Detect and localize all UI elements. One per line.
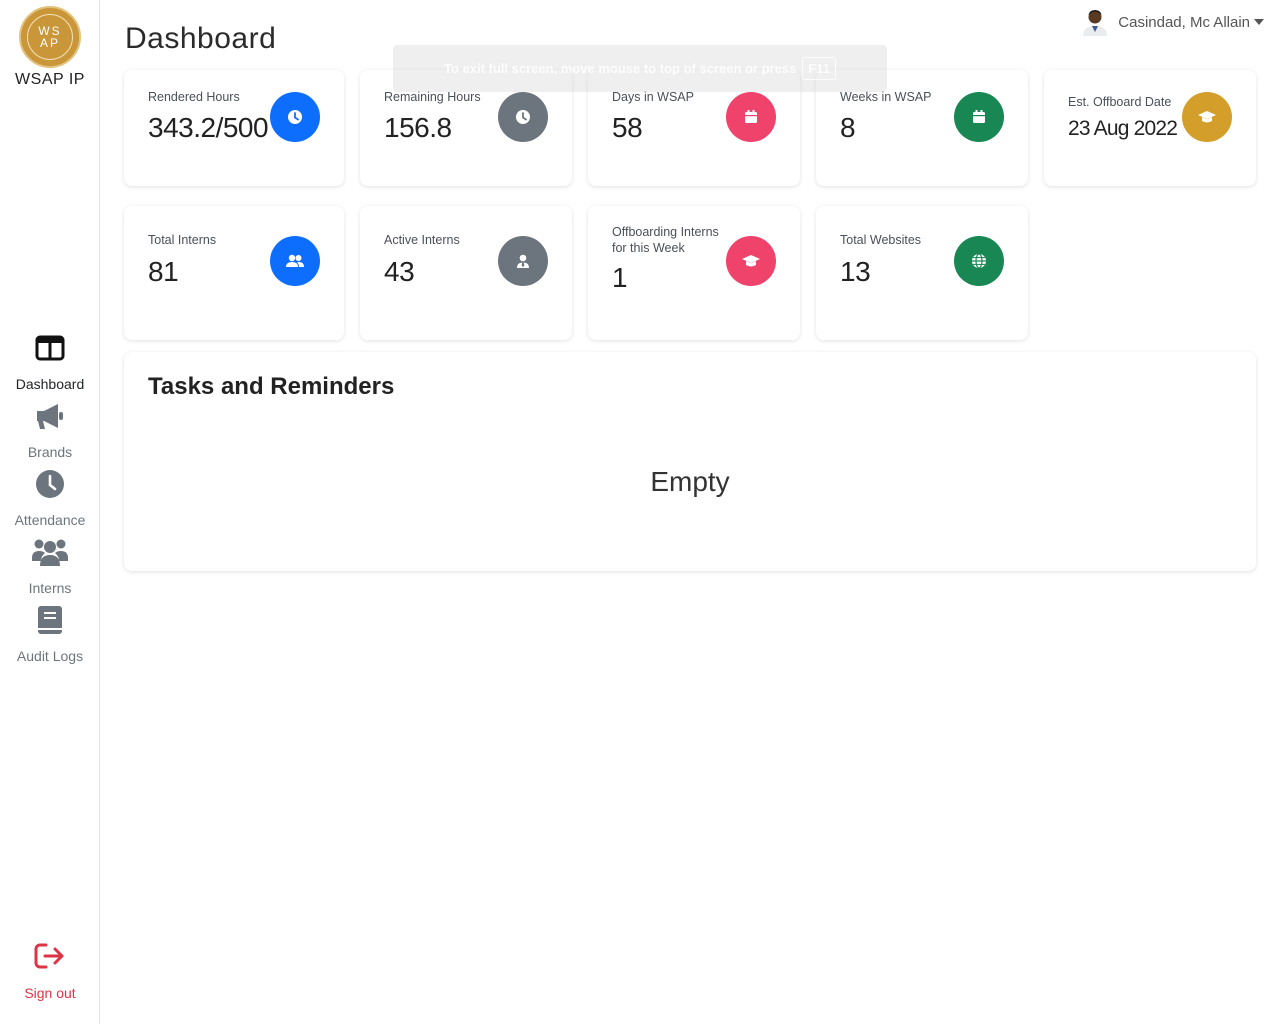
stat-card-active-interns: Active Interns 43 bbox=[360, 206, 572, 340]
stat-label: Total Websites bbox=[840, 233, 922, 247]
users-icon bbox=[270, 236, 320, 286]
stat-label: Offboarding Interns for this Week bbox=[612, 225, 719, 255]
sidebar: WS AP WSAP IP Dashboard Brands Attendanc… bbox=[0, 0, 100, 1024]
tasks-empty-state: Empty bbox=[650, 466, 730, 497]
calendar-icon bbox=[954, 92, 1004, 142]
user-tie-icon bbox=[498, 236, 548, 286]
stat-label: Est. Offboard Date bbox=[1068, 95, 1172, 109]
sidebar-item-interns[interactable]: Interns bbox=[0, 534, 100, 602]
megaphone-icon bbox=[34, 398, 66, 434]
sidebar-item-label: Dashboard bbox=[15, 376, 85, 392]
globe-icon bbox=[954, 236, 1004, 286]
stat-card-est-offboard-date: Est. Offboard Date 23 Aug 2022 bbox=[1044, 70, 1256, 186]
chevron-down-icon bbox=[1254, 19, 1264, 25]
users-icon bbox=[31, 534, 69, 570]
stat-card-rendered-hours: Rendered Hours 343.2/500 bbox=[124, 70, 344, 186]
sidebar-item-label: Brands bbox=[27, 444, 73, 460]
stat-value: 23 Aug 2022 bbox=[1068, 117, 1178, 140]
stat-card-total-interns: Total Interns 81 bbox=[124, 206, 344, 340]
sidebar-item-label: Interns bbox=[28, 580, 72, 596]
stat-value: 13 bbox=[840, 256, 871, 287]
sidebar-item-label: Attendance bbox=[14, 512, 86, 528]
stat-value: 58 bbox=[612, 112, 643, 143]
clock-icon bbox=[270, 92, 320, 142]
sidebar-nav: Dashboard Brands Attendance Interns Audi… bbox=[0, 330, 100, 670]
sidebar-item-audit-logs[interactable]: Audit Logs bbox=[0, 602, 100, 670]
sidebar-item-dashboard[interactable]: Dashboard bbox=[0, 330, 100, 398]
tasks-panel: Tasks and Reminders Empty bbox=[124, 352, 1256, 571]
sign-out-label: Sign out bbox=[24, 985, 76, 1001]
page-title: Dashboard bbox=[125, 22, 277, 55]
stat-value: 43 bbox=[384, 256, 415, 287]
stat-label: Total Interns bbox=[148, 233, 217, 247]
stat-label: Rendered Hours bbox=[148, 90, 240, 104]
stat-value: 156.8 bbox=[384, 112, 452, 143]
calendar-icon bbox=[726, 92, 776, 142]
sidebar-item-label: Audit Logs bbox=[16, 648, 84, 664]
sign-out-button[interactable]: Sign out bbox=[0, 942, 100, 1001]
app-name: WSAP IP bbox=[15, 71, 85, 88]
stat-value: 1 bbox=[612, 262, 628, 293]
user-name: Casindad, Mc Allain bbox=[1118, 13, 1250, 31]
book-icon bbox=[37, 602, 63, 638]
sidebar-item-attendance[interactable]: Attendance bbox=[0, 466, 100, 534]
stat-value: 8 bbox=[840, 112, 856, 143]
avatar bbox=[1082, 8, 1108, 36]
app-logo[interactable]: WS AP bbox=[19, 6, 81, 68]
toast-key: F11 bbox=[802, 57, 836, 80]
graduation-cap-icon bbox=[1182, 92, 1232, 142]
layout-columns-icon bbox=[35, 330, 65, 366]
fullscreen-exit-toast: To exit full screen, move mouse to top o… bbox=[393, 45, 887, 92]
logo-text-line2: AP bbox=[39, 36, 60, 50]
stat-card-total-websites: Total Websites 13 bbox=[816, 206, 1028, 340]
stat-value: 343.2/500 bbox=[148, 112, 269, 143]
stat-card-offboarding-interns: Offboarding Interns for this Week 1 bbox=[588, 206, 800, 340]
stat-value: 81 bbox=[148, 256, 179, 287]
sign-out-icon bbox=[34, 942, 66, 975]
toast-message: To exit full screen, move mouse to top o… bbox=[444, 61, 797, 76]
clock-icon bbox=[498, 92, 548, 142]
stat-label: Active Interns bbox=[384, 233, 460, 247]
tasks-title: Tasks and Reminders bbox=[148, 373, 395, 400]
graduation-cap-icon bbox=[726, 236, 776, 286]
clock-icon bbox=[35, 466, 65, 502]
logo-emblem: WS AP bbox=[27, 14, 73, 60]
user-menu[interactable]: Casindad, Mc Allain bbox=[1082, 8, 1264, 36]
sidebar-item-brands[interactable]: Brands bbox=[0, 398, 100, 466]
